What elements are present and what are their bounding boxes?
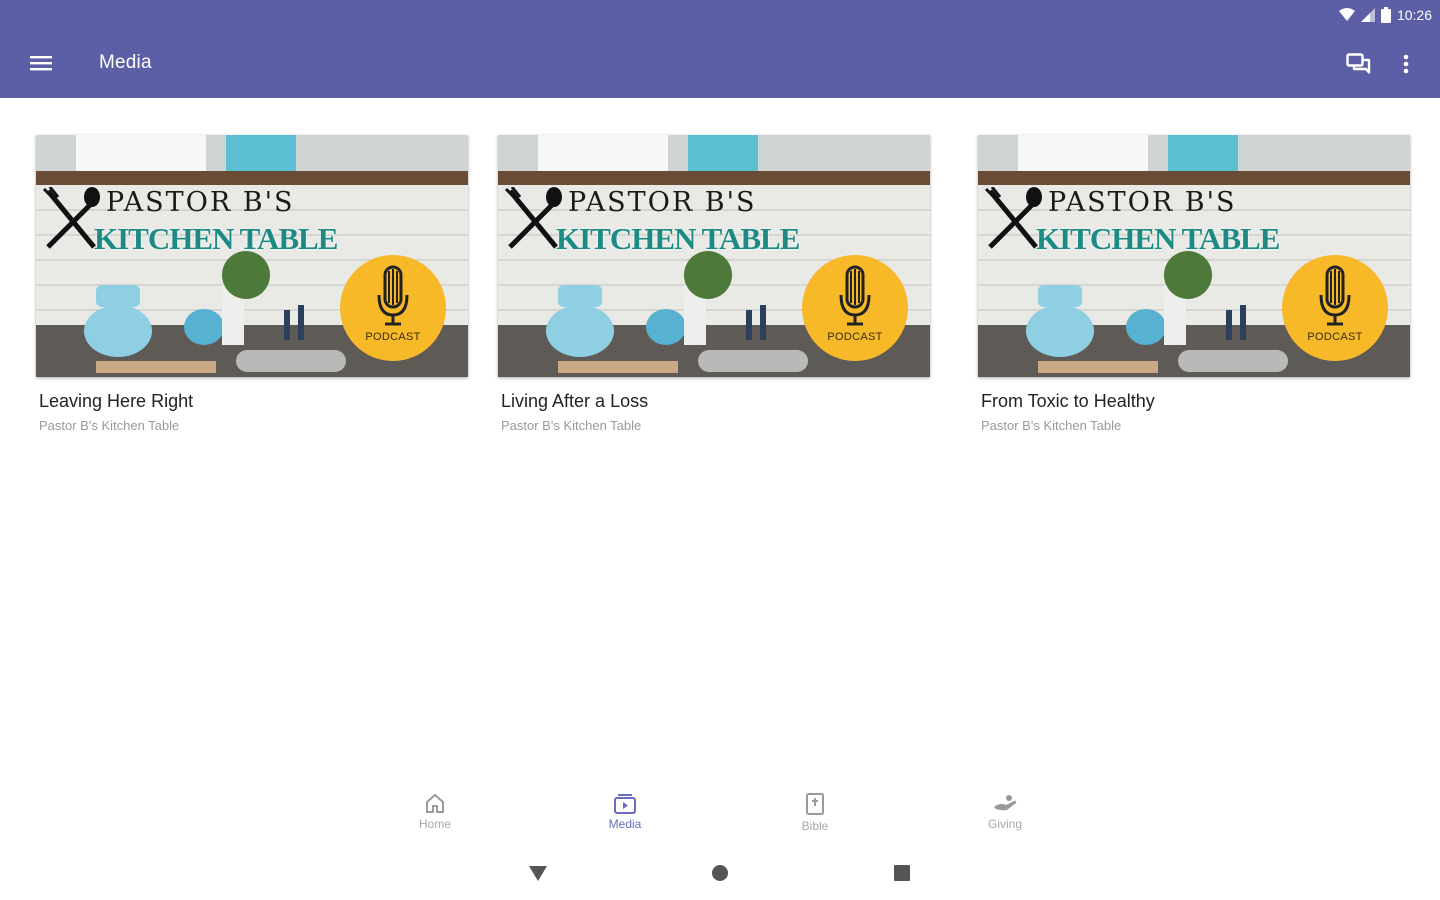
signal-icon: [1360, 8, 1375, 22]
chat-icon: [1346, 53, 1371, 74]
logo-title-line1: PASTOR B'S: [1048, 187, 1237, 218]
back-button[interactable]: [518, 860, 558, 886]
media-card[interactable]: PASTOR B'S KITCHEN TABLE PODCAST From To…: [978, 135, 1410, 433]
hamburger-icon: [30, 56, 52, 71]
status-bar: 10:26: [1338, 4, 1432, 26]
nav-item-bible[interactable]: Bible: [770, 792, 860, 848]
nav-item-home[interactable]: Home: [390, 792, 480, 848]
home-circle-icon: [712, 865, 728, 881]
podcast-badge: PODCAST: [1282, 255, 1388, 361]
nav-label-media: Media: [608, 817, 642, 831]
wifi-icon: [1338, 8, 1355, 21]
card-subtitle: Pastor B's Kitchen Table: [39, 418, 180, 433]
badge-label: PODCAST: [827, 331, 883, 343]
card-title: Living After a Loss: [501, 391, 649, 411]
microphone-icon: [839, 265, 871, 326]
nav-label-bible: Bible: [801, 819, 829, 833]
card-subtitle: Pastor B's Kitchen Table: [981, 418, 1122, 433]
chat-button[interactable]: [1340, 46, 1378, 82]
back-triangle-icon: [529, 866, 547, 881]
bible-icon: [806, 793, 824, 815]
fork-spoon-icon: [984, 187, 1042, 249]
logo-title-line1: PASTOR B'S: [106, 187, 295, 218]
podcast-thumbnail: PASTOR B'S KITCHEN TABLE PODCAST: [498, 135, 930, 377]
podcast-badge: PODCAST: [802, 255, 908, 361]
status-time: 10:26: [1396, 7, 1432, 23]
app-bar: 10:26 Media: [0, 0, 1440, 98]
nav-item-media[interactable]: Media: [580, 792, 670, 848]
menu-button[interactable]: [22, 46, 60, 80]
logo-title-line2: KITCHEN TABLE: [94, 221, 338, 256]
nav-item-giving[interactable]: Giving: [960, 792, 1050, 848]
podcast-badge: PODCAST: [340, 255, 446, 361]
badge-label: PODCAST: [365, 331, 421, 343]
fork-spoon-icon: [42, 187, 100, 249]
battery-icon: [1380, 7, 1391, 23]
fork-spoon-icon: [504, 187, 562, 249]
more-options-button[interactable]: [1392, 46, 1420, 82]
logo-title-line2: KITCHEN TABLE: [556, 221, 800, 256]
logo-title-line2: KITCHEN TABLE: [1036, 221, 1280, 256]
podcast-thumbnail: PASTOR B'S KITCHEN TABLE PODCAST: [978, 135, 1410, 377]
more-vert-icon: [1403, 54, 1409, 74]
media-icon: [614, 794, 636, 814]
home-icon: [426, 794, 444, 813]
giving-icon: [994, 795, 1017, 811]
badge-label: PODCAST: [1307, 331, 1363, 343]
home-system-button[interactable]: [700, 860, 740, 886]
podcast-thumbnail: PASTOR B'S KITCHEN TABLE PODCAST: [36, 135, 468, 377]
media-card[interactable]: PASTOR B'S KITCHEN TABLE PODCAST Living …: [498, 135, 930, 433]
logo-title-line1: PASTOR B'S: [568, 187, 757, 218]
page-title: Media: [99, 52, 152, 73]
nav-label-home: Home: [418, 817, 451, 831]
card-subtitle: Pastor B's Kitchen Table: [501, 418, 642, 433]
recents-square-icon: [894, 865, 910, 881]
microphone-icon: [377, 265, 409, 326]
card-title: From Toxic to Healthy: [981, 391, 1155, 411]
card-title: Leaving Here Right: [39, 391, 194, 411]
nav-label-giving: Giving: [987, 817, 1022, 831]
system-navigation-bar: [0, 850, 1440, 900]
bottom-navigation: Home Media Bible Giving: [0, 780, 1440, 850]
media-card[interactable]: PASTOR B'S KITCHEN TABLE PODCAST Leaving…: [36, 135, 468, 433]
microphone-icon: [1319, 265, 1351, 326]
recents-button[interactable]: [882, 860, 922, 886]
